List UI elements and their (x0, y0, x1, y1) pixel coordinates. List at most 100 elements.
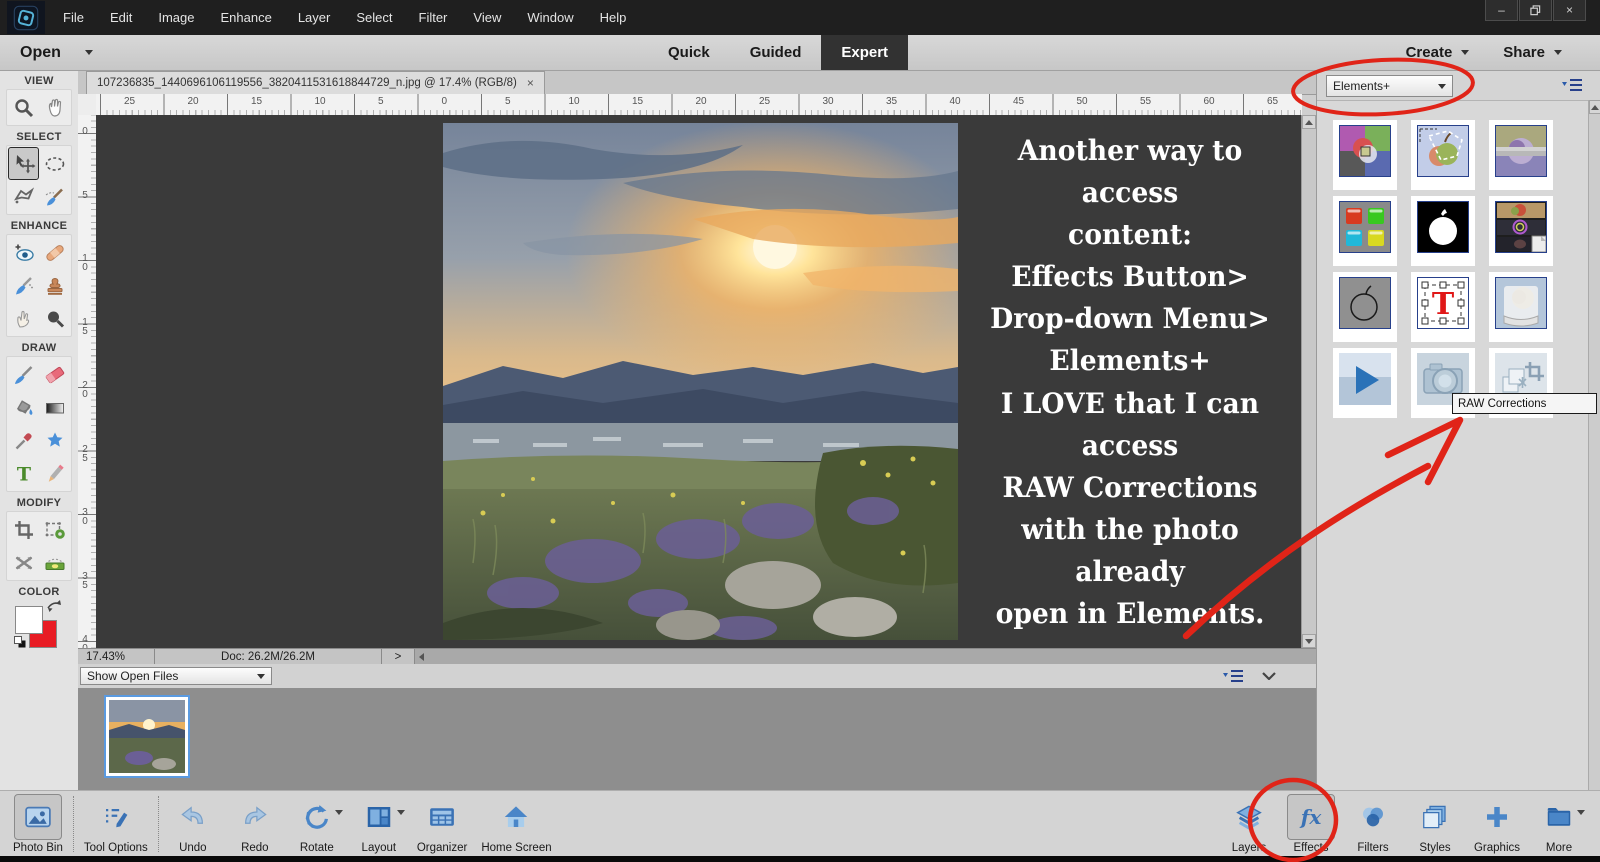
close-button[interactable]: × (1553, 0, 1586, 21)
effect-apple-scroll[interactable] (1489, 272, 1553, 342)
taskbar-layout[interactable]: Layout (355, 794, 405, 854)
effect-color-swatches[interactable] (1333, 196, 1397, 266)
gradient-tool[interactable] (39, 391, 70, 424)
eyedropper-tool[interactable] (8, 424, 39, 457)
taskbar-label: Graphics (1473, 842, 1521, 854)
menu-file[interactable]: File (50, 0, 97, 35)
quick-selection-tool[interactable] (39, 180, 70, 213)
status-expand-button[interactable]: > (382, 649, 415, 665)
panel-scroll-up-icon[interactable] (1589, 100, 1600, 114)
menu-layer[interactable]: Layer (285, 0, 344, 35)
effects-category-dropdown[interactable]: Elements+ (1326, 75, 1453, 97)
smudge-tool[interactable] (8, 302, 39, 335)
photo-bin-menu-icon[interactable] (1222, 669, 1244, 683)
brush-tool[interactable] (8, 358, 39, 391)
minimize-button[interactable]: – (1485, 0, 1518, 21)
tab-quick[interactable]: Quick (648, 35, 730, 70)
zoom-tool[interactable] (8, 91, 39, 124)
menu-edit[interactable]: Edit (97, 0, 145, 35)
taskbar-home-screen[interactable]: Home Screen (481, 794, 552, 854)
open-dropdown-icon[interactable] (84, 50, 93, 55)
effect-apple-sketch[interactable] (1333, 272, 1397, 342)
taskbar-undo[interactable]: Undo (169, 794, 217, 854)
eraser-tool[interactable] (39, 358, 70, 391)
effects-grid: T (1333, 120, 1553, 418)
effect-color-quadrants[interactable] (1333, 120, 1397, 190)
crop-tool[interactable] (8, 513, 39, 546)
create-button[interactable]: Create (1406, 44, 1470, 61)
recompose-tool[interactable] (39, 513, 70, 546)
effect-apple-selection[interactable] (1411, 120, 1475, 190)
taskbar-layers[interactable]: Layers (1225, 794, 1273, 854)
taskbar-icon-box (355, 794, 403, 840)
taskbar-tool-options[interactable]: Tool Options (84, 794, 148, 854)
red-eye-tool[interactable] (8, 236, 39, 269)
effects-panel-scrollbar[interactable] (1588, 100, 1600, 790)
scroll-down-icon[interactable] (1302, 634, 1316, 648)
menu-select[interactable]: Select (343, 0, 405, 35)
effect-type-mask-thumbnail: T (1417, 277, 1469, 329)
straighten-tool[interactable] (39, 546, 70, 579)
tab-guided[interactable]: Guided (730, 35, 822, 70)
taskbar-rotate[interactable]: Rotate (293, 794, 343, 854)
taskbar-filters[interactable]: Filters (1349, 794, 1397, 854)
blur-tool[interactable] (39, 302, 70, 335)
menu-image[interactable]: Image (145, 0, 207, 35)
taskbar-styles[interactable]: Styles (1411, 794, 1459, 854)
menu-view[interactable]: View (460, 0, 514, 35)
dropdown-caret-icon[interactable] (396, 810, 405, 815)
paint-bucket-tool[interactable] (8, 391, 39, 424)
effect-apple-mask[interactable] (1411, 196, 1475, 266)
svg-text:T: T (16, 463, 30, 485)
effect-photo-strip[interactable] (1489, 196, 1553, 266)
effect-apple-duotone[interactable] (1489, 120, 1553, 190)
taskbar-more[interactable]: More (1535, 794, 1585, 854)
document-tab[interactable]: 107236835_1440696106119556_3820411531618… (86, 71, 545, 94)
swap-colors-icon[interactable] (45, 598, 63, 612)
effect-apple-sketch-thumbnail (1339, 277, 1391, 329)
taskbar-organizer[interactable]: Organizer (417, 794, 467, 854)
default-colors-icon[interactable] (14, 636, 26, 648)
hand-tool[interactable] (39, 91, 70, 124)
tab-expert[interactable]: Expert (821, 35, 909, 70)
canvas[interactable]: Another way to access content: Effects But… (96, 115, 1302, 648)
h-ruler-label: 5 (378, 96, 384, 107)
menu-window[interactable]: Window (514, 0, 586, 35)
pencil-tool[interactable] (39, 457, 70, 490)
dropdown-caret-icon[interactable] (334, 810, 343, 815)
taskbar-graphics[interactable]: Graphics (1473, 794, 1521, 854)
effects-panel-menu-icon[interactable] (1561, 78, 1583, 92)
move-tool[interactable] (8, 147, 39, 180)
menu-help[interactable]: Help (587, 0, 640, 35)
taskbar-label: Styles (1419, 842, 1451, 854)
canvas-horizontal-scrollbar[interactable] (415, 649, 1316, 665)
shape-tool[interactable] (39, 424, 70, 457)
photo-bin-collapse-icon[interactable] (1262, 672, 1276, 680)
menu-enhance[interactable]: Enhance (208, 0, 285, 35)
dropdown-caret-icon[interactable] (1577, 810, 1585, 815)
section-label-view: VIEW (24, 75, 54, 87)
menu-filter[interactable]: Filter (406, 0, 461, 35)
foreground-color-swatch[interactable] (15, 606, 43, 634)
taskbar-photo-bin[interactable]: Photo Bin (13, 794, 63, 854)
photo-bin-thumbnail[interactable] (104, 695, 190, 778)
spot-healing-tool[interactable] (39, 236, 70, 269)
clone-stamp-tool[interactable] (39, 269, 70, 302)
type-tool[interactable]: T (8, 457, 39, 490)
show-open-files-dropdown[interactable]: Show Open Files (80, 667, 272, 685)
restore-button[interactable] (1519, 0, 1552, 21)
smart-brush-tool[interactable] (8, 269, 39, 302)
zoom-level[interactable]: 17.43% (78, 649, 155, 665)
document-close-icon[interactable]: × (527, 76, 534, 90)
share-button[interactable]: Share (1503, 44, 1562, 61)
content-video[interactable] (1333, 348, 1397, 418)
taskbar-effects[interactable]: fx Effects (1287, 794, 1335, 854)
marquee-tool[interactable] (39, 147, 70, 180)
content-aware-move-tool[interactable] (8, 546, 39, 579)
open-button[interactable]: Open (20, 44, 61, 62)
taskbar-redo[interactable]: Redo (231, 794, 279, 854)
lasso-tool[interactable] (8, 180, 39, 213)
scroll-up-icon[interactable] (1302, 115, 1316, 129)
effect-type-mask[interactable]: T (1411, 272, 1475, 342)
canvas-vertical-scrollbar[interactable] (1301, 115, 1316, 648)
